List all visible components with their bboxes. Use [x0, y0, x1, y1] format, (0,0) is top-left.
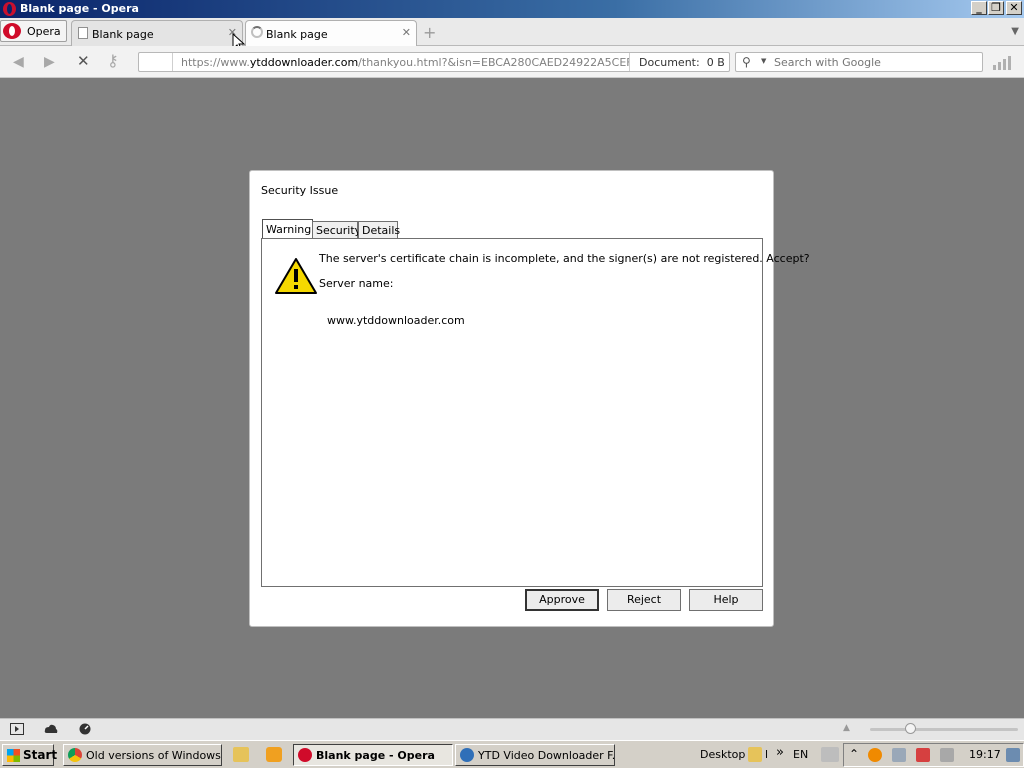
network-icon[interactable]: [892, 748, 906, 762]
language-indicator[interactable]: EN: [793, 748, 808, 761]
tab-list-chevron-icon[interactable]: ▼: [1011, 26, 1019, 37]
url-domain: ytddownloader.com: [249, 56, 359, 69]
close-window-button[interactable]: ✕: [1006, 1, 1022, 15]
windows-flag-icon: [7, 749, 20, 762]
taskbar-item-label: Old versions of Windows...: [86, 749, 222, 762]
keyboard-icon[interactable]: [821, 747, 839, 762]
ytd-downloader-icon: [460, 748, 474, 762]
opera-menu-label: Opera: [27, 25, 61, 38]
warning-message: The server's certificate chain is incomp…: [319, 252, 810, 265]
server-name-value: www.ytddownloader.com: [327, 314, 465, 327]
panel-toggle-icon[interactable]: [10, 723, 24, 735]
security-alert-icon[interactable]: [916, 748, 930, 762]
restore-button[interactable]: ❐: [988, 1, 1004, 15]
stop-loading-icon[interactable]: ✕: [77, 52, 90, 70]
media-player-icon[interactable]: [266, 747, 282, 762]
start-label: Start: [23, 748, 58, 762]
desktop-toolbar-label[interactable]: Desktop: [700, 748, 745, 761]
site-security-badge[interactable]: [139, 53, 173, 71]
navigation-bar: ◀ ▶ ✕ ⚷ https://www.ytddownloader.com/th…: [0, 46, 1024, 78]
search-input[interactable]: [774, 54, 974, 70]
opera-unite-cloud-icon[interactable]: [44, 723, 58, 735]
security-issue-dialog: Security Issue Warning Security Details …: [249, 170, 810, 627]
new-tab-plus-icon[interactable]: +: [423, 23, 436, 42]
tab-label: Blank page: [92, 28, 154, 41]
show-hidden-icons-chevron[interactable]: ⌃: [849, 747, 859, 761]
desktop-toolbar-marker: l: [765, 748, 769, 761]
opera-menu-button[interactable]: Opera: [0, 20, 67, 42]
zoom-slider[interactable]: [870, 728, 1018, 731]
desktop-folder-icon[interactable]: [748, 747, 762, 762]
approve-button[interactable]: Approve: [525, 589, 599, 611]
server-name-label: Server name:: [319, 277, 394, 290]
volume-icon[interactable]: [940, 748, 954, 762]
taskbar-item-chrome[interactable]: Old versions of Windows...: [63, 744, 222, 766]
url-text[interactable]: https://www.ytddownloader.com/thankyou.h…: [181, 56, 629, 69]
tab-blank-page-2[interactable]: Blank page ✕: [245, 20, 417, 46]
taskbar-item-label: Blank page - Opera: [316, 749, 435, 762]
update-icon[interactable]: [868, 748, 882, 762]
dialog-title: Security Issue: [261, 184, 339, 197]
show-desktop-icon[interactable]: [1006, 748, 1020, 762]
folder-icon[interactable]: [233, 747, 249, 762]
chrome-icon: [68, 748, 82, 762]
taskbar-item-ytd[interactable]: YTD Video Downloader F...: [455, 744, 615, 766]
toolbar-chevron-icon[interactable]: »: [776, 745, 784, 760]
key-icon[interactable]: ⚷: [107, 51, 119, 70]
browser-status-bar: ▲: [0, 718, 1024, 740]
window-title: Blank page - Opera: [20, 2, 139, 15]
tab-label: Blank page: [266, 28, 328, 41]
warning-panel: The server's certificate chain is incomp…: [261, 238, 810, 587]
opera-icon: [298, 748, 312, 762]
taskbar-item-opera[interactable]: Blank page - Opera: [293, 744, 453, 766]
windows-taskbar: Start Old versions of Windows... Blank p…: [0, 740, 1024, 768]
window-titlebar: Blank page - Opera _ ❐ ✕: [0, 0, 1024, 18]
page-icon: [78, 27, 88, 39]
tab-bar: Opera Blank page ✕ Blank page ✕ + ▼: [0, 18, 1024, 46]
tab-details[interactable]: Details: [358, 221, 400, 239]
zoom-up-icon[interactable]: ▲: [843, 723, 850, 733]
network-speed-icon: [993, 56, 1013, 70]
magnifier-icon: ⚲: [742, 55, 751, 69]
help-button[interactable]: Help: [689, 589, 763, 611]
forward-arrow-icon[interactable]: ▶: [44, 54, 55, 70]
tab-blank-page-1[interactable]: Blank page ✕: [71, 20, 243, 46]
turbo-speedometer-icon[interactable]: [78, 723, 92, 735]
address-bar[interactable]: https://www.ytddownloader.com/thankyou.h…: [138, 52, 730, 72]
warning-triangle-icon: [275, 258, 317, 294]
opera-app-icon: [3, 2, 16, 16]
loading-spinner-icon: [251, 26, 263, 38]
search-engine-dropdown-icon[interactable]: ▼: [761, 57, 766, 65]
back-arrow-icon[interactable]: ◀: [13, 54, 24, 70]
tab-warning[interactable]: Warning: [262, 219, 313, 240]
opera-logo-icon: [3, 23, 21, 39]
zoom-slider-handle[interactable]: [905, 723, 916, 734]
taskbar-item-label: YTD Video Downloader F...: [478, 749, 615, 762]
document-size-indicator: Document: 0 B: [629, 53, 729, 71]
tab-close-icon[interactable]: ✕: [402, 26, 411, 39]
search-box[interactable]: ⚲ ▼: [735, 52, 983, 72]
tab-security[interactable]: Security: [312, 221, 361, 239]
minimize-button[interactable]: _: [971, 1, 987, 15]
system-clock: 19:17: [969, 748, 1001, 761]
start-button[interactable]: Start: [2, 744, 58, 766]
reject-button[interactable]: Reject: [607, 589, 681, 611]
